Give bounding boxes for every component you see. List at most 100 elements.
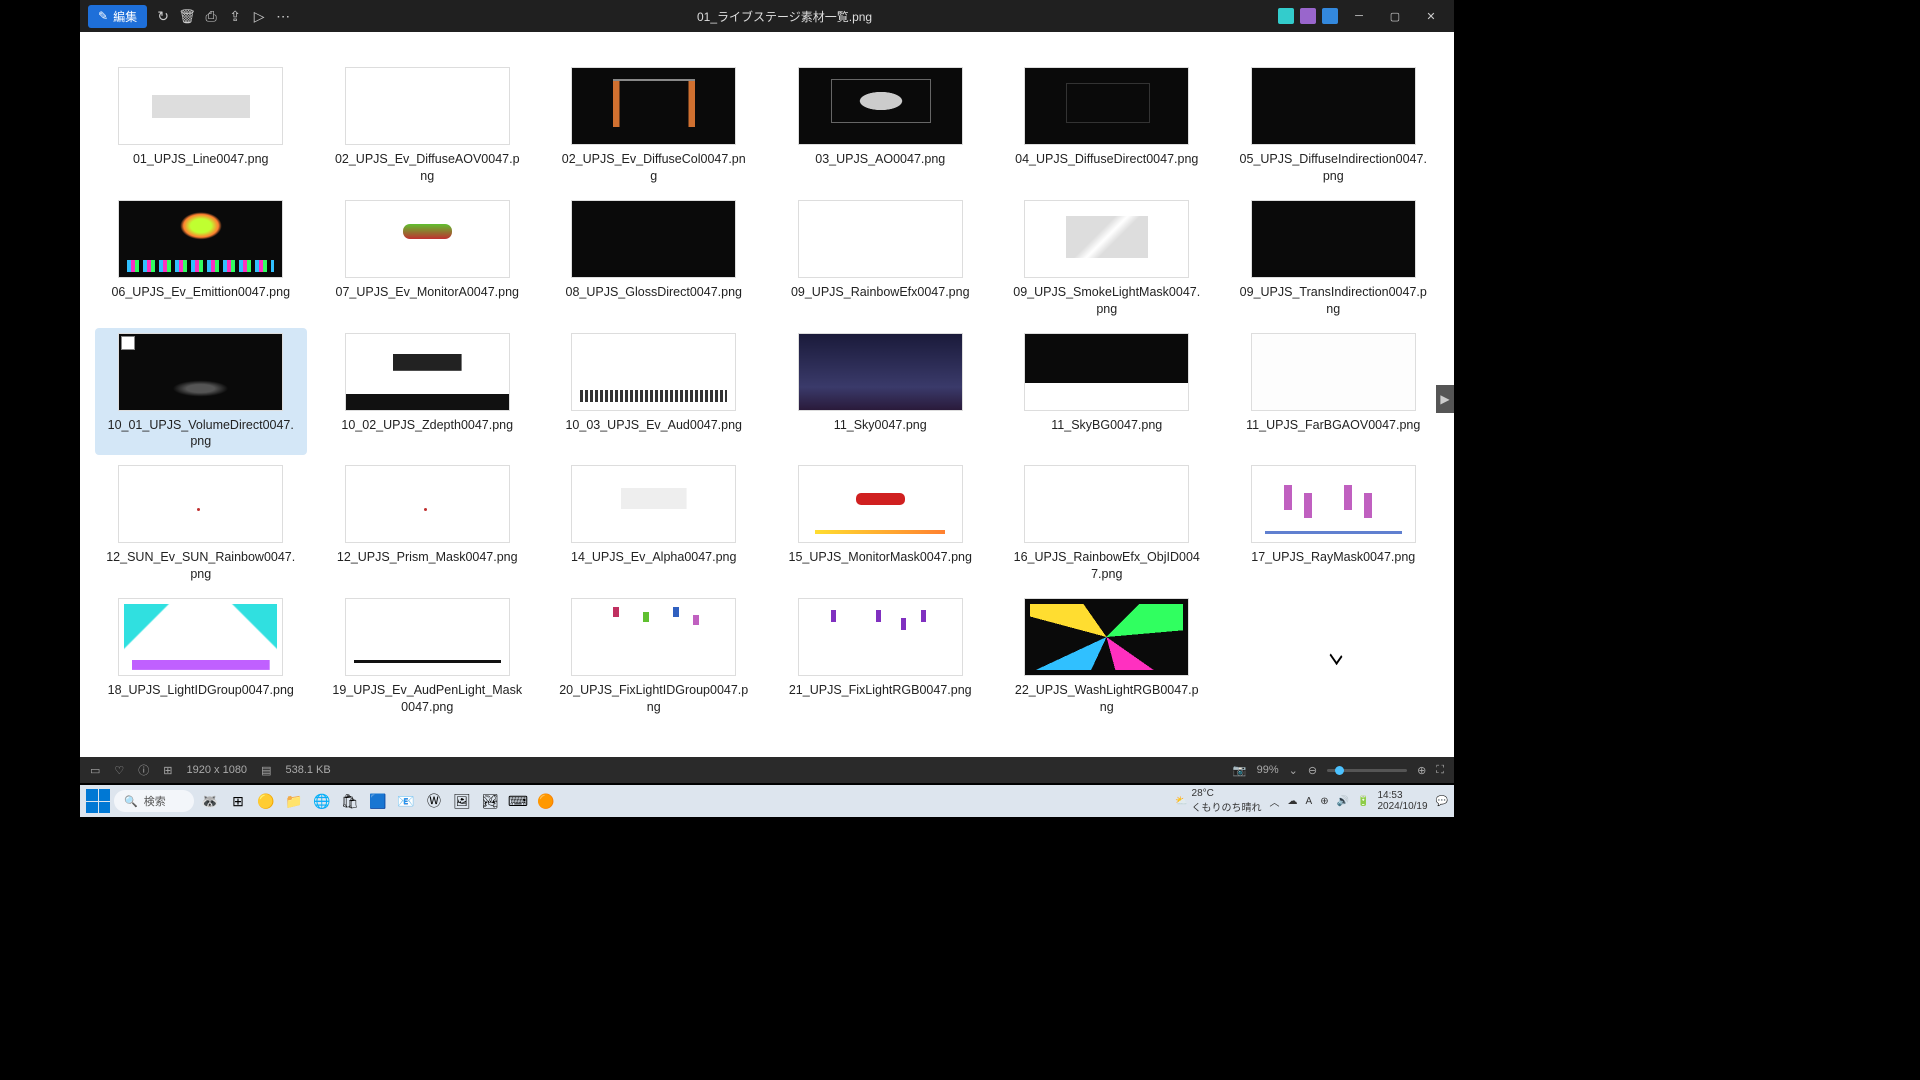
file-thumbnail xyxy=(798,465,963,543)
file-thumbnail xyxy=(571,200,736,278)
more-icon[interactable]: ⋯ xyxy=(275,8,291,24)
rotate-icon[interactable]: ↻ xyxy=(155,8,171,24)
file-item[interactable]: 02_UPJS_Ev_DiffuseAOV0047.png xyxy=(322,62,534,190)
taskbar-photos[interactable]: 🏞 xyxy=(478,789,502,813)
titlebar-left: ✎ 編集 ↻ 🗑 ⎙ ⇪ ▷ ⋯ xyxy=(88,5,291,28)
file-item[interactable]: 01_UPJS_Line0047.png xyxy=(95,62,307,190)
camera-icon[interactable]: 📷 xyxy=(1233,764,1247,777)
file-item[interactable]: 09_UPJS_RainbowEfx0047.png xyxy=(775,195,987,323)
tray-clock[interactable]: 14:53 2024/10/19 xyxy=(1377,790,1427,812)
favorite-icon[interactable]: ♡ xyxy=(114,764,124,777)
taskbar-terminal[interactable]: ⌨ xyxy=(506,789,530,813)
app-badge-1[interactable] xyxy=(1278,8,1294,24)
tray-ime-icon[interactable]: A xyxy=(1306,796,1313,807)
tray-chevron-icon[interactable]: ︿ xyxy=(1270,794,1280,809)
file-item[interactable]: 17_UPJS_RayMask0047.png xyxy=(1228,460,1440,588)
share-icon[interactable]: ⇪ xyxy=(227,8,243,24)
filmstrip-icon[interactable]: ▭ xyxy=(90,764,100,777)
edit-button[interactable]: ✎ 編集 xyxy=(88,5,147,28)
delete-icon[interactable]: 🗑 xyxy=(179,8,195,24)
file-item[interactable]: 07_UPJS_Ev_MonitorA0047.png xyxy=(322,195,534,323)
zoom-out-icon[interactable]: ⊖ xyxy=(1308,764,1317,777)
file-item[interactable]: 02_UPJS_Ev_DiffuseCol0047.png xyxy=(548,62,760,190)
file-item[interactable]: 15_UPJS_MonitorMask0047.png xyxy=(775,460,987,588)
file-item[interactable]: 04_UPJS_DiffuseDirect0047.png xyxy=(1001,62,1213,190)
tray-battery-icon[interactable]: 🔋 xyxy=(1357,796,1369,807)
app-badge-2[interactable] xyxy=(1300,8,1316,24)
taskbar-explorer[interactable]: 📁 xyxy=(282,789,306,813)
file-name: 02_UPJS_Ev_DiffuseAOV0047.png xyxy=(332,151,522,185)
taskbar-outlook[interactable]: 📧 xyxy=(394,789,418,813)
info-icon[interactable]: ⓘ xyxy=(138,762,149,778)
start-button[interactable] xyxy=(86,789,110,813)
tray-notifications-icon[interactable]: 💬 xyxy=(1436,796,1448,807)
maximize-button[interactable]: ▢ xyxy=(1380,4,1410,28)
file-item[interactable]: 03_UPJS_AO0047.png xyxy=(775,62,987,190)
taskbar-search[interactable]: 🔍 検索 xyxy=(114,790,194,812)
zoom-in-icon[interactable]: ⊕ xyxy=(1417,764,1426,777)
file-thumbnail xyxy=(345,333,510,411)
tray-date: 2024/10/19 xyxy=(1377,801,1427,812)
zoom-slider[interactable] xyxy=(1327,769,1407,772)
file-name: 02_UPJS_Ev_DiffuseCol0047.png xyxy=(559,151,749,185)
file-item[interactable]: 10_01_UPJS_VolumeDirect0047.png xyxy=(95,328,307,456)
fullscreen-icon[interactable]: ⛶ xyxy=(1436,764,1444,777)
minimize-button[interactable]: ─ xyxy=(1344,4,1374,28)
slideshow-icon[interactable]: ▷ xyxy=(251,8,267,24)
tray-network-icon[interactable]: 🔊 xyxy=(1337,796,1349,807)
taskbar-edge[interactable]: 🌐 xyxy=(310,789,334,813)
gallery-content[interactable]: 01_UPJS_Line0047.png 02_UPJS_Ev_DiffuseAO… xyxy=(80,32,1454,757)
photos-app-window: ✎ 編集 ↻ 🗑 ⎙ ⇪ ▷ ⋯ 01_ライブステージ素材一覧.png ─ ▢ … xyxy=(80,0,1454,783)
tray-onedrive-icon[interactable]: ☁ xyxy=(1288,796,1298,807)
file-item[interactable]: 11_Sky0047.png xyxy=(775,328,987,456)
taskbar-store[interactable]: 🛍 xyxy=(338,789,362,813)
file-thumbnail xyxy=(1251,67,1416,145)
search-placeholder: 検索 xyxy=(144,793,166,809)
file-name: 09_UPJS_SmokeLightMask0047.png xyxy=(1012,284,1202,318)
file-item[interactable]: 21_UPJS_FixLightRGB0047.png xyxy=(775,593,987,721)
file-item[interactable]: 08_UPJS_GlossDirect0047.png xyxy=(548,195,760,323)
tray-input-icon[interactable]: ⊕ xyxy=(1320,796,1328,807)
file-item[interactable]: 11_UPJS_FarBGAOV0047.png xyxy=(1228,328,1440,456)
zoom-text: 99% xyxy=(1257,764,1279,776)
taskbar-app-3[interactable]: Ⓦ xyxy=(422,789,446,813)
file-item[interactable]: 20_UPJS_FixLightIDGroup0047.png xyxy=(548,593,760,721)
taskbar-copilot[interactable]: 🟡 xyxy=(254,789,278,813)
file-item[interactable]: 06_UPJS_Ev_Emittion0047.png xyxy=(95,195,307,323)
file-item[interactable]: 09_UPJS_SmokeLightMask0047.png xyxy=(1001,195,1213,323)
file-item[interactable]: 12_SUN_Ev_SUN_Rainbow0047.png xyxy=(95,460,307,588)
file-item[interactable]: 10_03_UPJS_Ev_Aud0047.png xyxy=(548,328,760,456)
taskbar-app-4[interactable]: 🖼 xyxy=(450,789,474,813)
zoom-dropdown-icon[interactable]: ⌄ xyxy=(1289,764,1298,777)
file-item[interactable]: 19_UPJS_Ev_AudPenLight_Mask0047.png xyxy=(322,593,534,721)
file-item[interactable]: 18_UPJS_LightIDGroup0047.png xyxy=(95,593,307,721)
file-name: 18_UPJS_LightIDGroup0047.png xyxy=(108,682,294,699)
close-button[interactable]: ✕ xyxy=(1416,4,1446,28)
next-arrow[interactable]: ▶ xyxy=(1436,385,1454,413)
file-name: 04_UPJS_DiffuseDirect0047.png xyxy=(1015,151,1198,168)
taskbar-app-1[interactable]: 🦝 xyxy=(198,789,222,813)
file-item[interactable]: 09_UPJS_TransIndirection0047.png xyxy=(1228,195,1440,323)
file-item[interactable]: 22_UPJS_WashLightRGB0047.png xyxy=(1001,593,1213,721)
weather-widget[interactable]: ⛅ 28°C くもりのち晴れ xyxy=(1175,788,1261,814)
print-icon[interactable]: ⎙ xyxy=(203,8,219,24)
file-thumbnail xyxy=(345,598,510,676)
taskbar-task-view[interactable]: ⊞ xyxy=(226,789,250,813)
file-name: 10_01_UPJS_VolumeDirect0047.png xyxy=(106,417,296,451)
app-badge-3[interactable] xyxy=(1322,8,1338,24)
taskbar-blender[interactable]: 🟠 xyxy=(534,789,558,813)
statusbar: ▭ ♡ ⓘ ⊞ 1920 x 1080 ▤ 538.1 KB 📷 99% ⌄ ⊖… xyxy=(80,757,1454,783)
file-name: 14_UPJS_Ev_Alpha0047.png xyxy=(571,549,736,566)
file-name: 08_UPJS_GlossDirect0047.png xyxy=(566,284,743,301)
file-name: 09_UPJS_TransIndirection0047.png xyxy=(1238,284,1428,318)
file-thumbnail xyxy=(798,598,963,676)
file-name: 06_UPJS_Ev_Emittion0047.png xyxy=(111,284,290,301)
taskbar-app-2[interactable]: 🟦 xyxy=(366,789,390,813)
file-item[interactable]: 12_UPJS_Prism_Mask0047.png xyxy=(322,460,534,588)
file-item[interactable]: 14_UPJS_Ev_Alpha0047.png xyxy=(548,460,760,588)
file-item[interactable]: 16_UPJS_RainbowEfx_ObjID0047.png xyxy=(1001,460,1213,588)
weather-temp: 28°C xyxy=(1192,788,1262,799)
file-item[interactable]: 05_UPJS_DiffuseIndirection0047.png xyxy=(1228,62,1440,190)
file-item[interactable]: 11_SkyBG0047.png xyxy=(1001,328,1213,456)
file-item[interactable]: 10_02_UPJS_Zdepth0047.png xyxy=(322,328,534,456)
